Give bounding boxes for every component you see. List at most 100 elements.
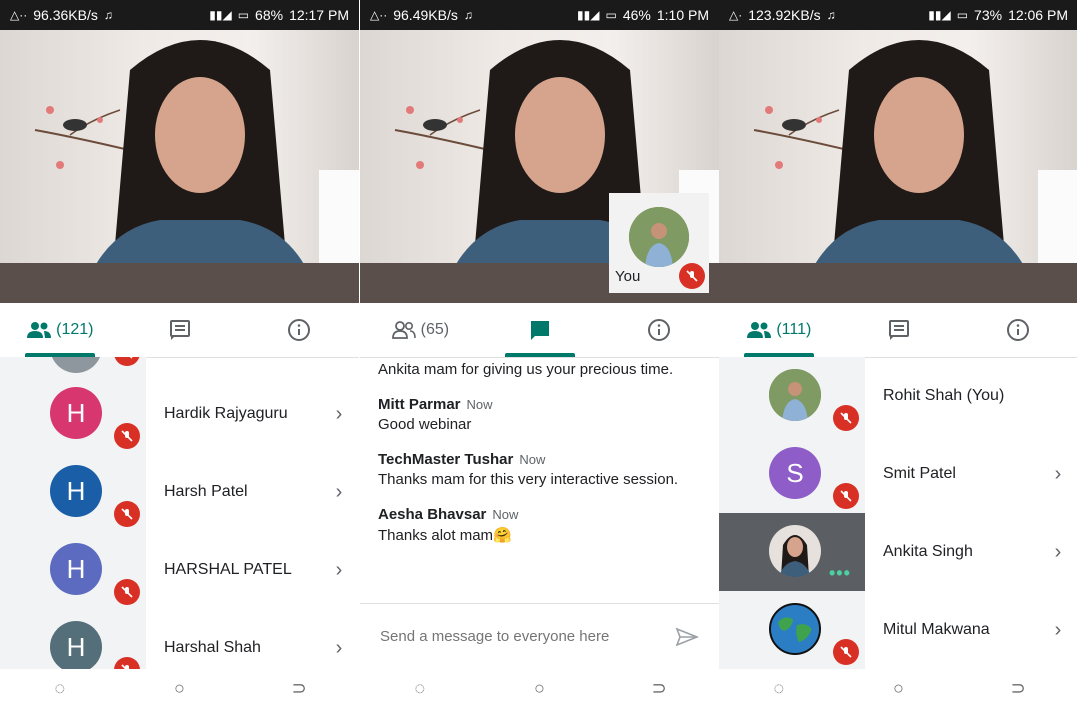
back-icon[interactable]: ⊃ (289, 678, 309, 698)
message-time: Now (466, 397, 493, 412)
home-icon[interactable]: ○ (888, 678, 908, 698)
tab-people[interactable]: (65) (360, 303, 480, 357)
meet-screen-3: △· 123.92KB/s ♫ ▮▮◢ ▭ 73% 12:06 PM (111) Rohi… (719, 0, 1077, 707)
participant-row[interactable]: Mitul Makwana › (719, 591, 1077, 669)
chevron-right-icon[interactable]: › (319, 403, 359, 426)
avatar (769, 603, 821, 655)
mic-off-icon (114, 501, 140, 527)
self-avatar (629, 207, 689, 267)
chat-icon (169, 320, 190, 340)
send-icon[interactable] (673, 623, 701, 651)
tab-people[interactable]: (121) (0, 303, 120, 357)
people-icon (391, 321, 416, 339)
people-icon (27, 322, 52, 338)
battery-icon: ▭ (956, 8, 969, 22)
battery-level: 46% (622, 7, 651, 23)
meeting-tabs: (121) (0, 303, 359, 358)
participant-row[interactable]: H Harsh Patel › (0, 453, 359, 531)
mic-off-icon (114, 657, 140, 669)
participant-row[interactable]: ••• Ankita Singh › (719, 513, 1077, 591)
info-icon (288, 319, 311, 341)
avatar: H (50, 387, 102, 439)
tab-people[interactable]: (111) (719, 303, 839, 357)
home-icon[interactable]: ○ (169, 678, 189, 698)
mic-off-icon (114, 423, 140, 449)
clock: 1:10 PM (656, 7, 709, 23)
home-icon[interactable]: ○ (529, 678, 549, 698)
participant-name: Hardik Rajyaguru (164, 405, 288, 422)
chat-compose (360, 603, 719, 669)
mic-off-icon (833, 483, 859, 509)
chat-message: Mitt Parmar Now Good webinar (378, 396, 701, 433)
message-time: Now (519, 452, 546, 467)
headset-icon: ♫ (103, 8, 113, 22)
participant-row[interactable]: H HARSHAL PATEL › (0, 531, 359, 609)
headset-icon: ♫ (463, 8, 473, 22)
chevron-right-icon[interactable]: › (1038, 541, 1077, 564)
tab-chat[interactable] (839, 303, 959, 357)
alert-icon: △·· (10, 8, 28, 22)
signal-icon: ▮▮◢ (928, 8, 951, 22)
message-text: Thanks alot mam🤗 (378, 527, 512, 544)
participant-row[interactable] (0, 357, 359, 375)
battery-level: 73% (974, 7, 1003, 23)
participant-list[interactable]: Rohit Shah (You) S Smit Patel › ••• Anki… (719, 357, 1077, 669)
chevron-right-icon[interactable]: › (319, 637, 359, 660)
chevron-right-icon[interactable]: › (1038, 463, 1077, 486)
mic-off-icon (833, 639, 859, 665)
participant-name: Harsh Patel (164, 483, 248, 500)
chat-messages[interactable]: Ankita mam for giving us your precious t… (360, 357, 719, 603)
battery-level: 68% (255, 7, 284, 23)
people-count: (65) (420, 321, 450, 338)
tab-chat[interactable] (120, 303, 240, 357)
mic-off-icon (114, 579, 140, 605)
avatar (769, 369, 821, 421)
clock: 12:06 PM (1008, 7, 1068, 23)
status-bar: △·· 96.36KB/s ♫ ▮▮◢ ▭ 68% 12:17 PM (0, 0, 359, 30)
meeting-tabs: (65) (360, 303, 719, 358)
android-nav-bar: ◌ ○ ⊃ (719, 669, 1077, 707)
android-nav-bar: ◌ ○ ⊃ (0, 669, 359, 707)
meeting-tabs: (111) (719, 303, 1077, 358)
back-icon[interactable]: ⊃ (649, 678, 669, 698)
recents-icon[interactable]: ◌ (769, 678, 789, 698)
alert-icon: △·· (370, 8, 388, 22)
self-view[interactable]: You (609, 193, 709, 293)
chevron-right-icon[interactable]: › (319, 559, 359, 582)
main-video[interactable] (719, 30, 1077, 303)
back-icon[interactable]: ⊃ (1008, 678, 1028, 698)
participant-row[interactable]: S Smit Patel › (719, 435, 1077, 513)
tab-info[interactable] (599, 303, 719, 357)
tab-info[interactable] (239, 303, 359, 357)
battery-icon: ▭ (237, 8, 250, 22)
participant-list[interactable]: H Hardik Rajyaguru › H Harsh Patel › H H… (0, 357, 359, 669)
people-count: (111) (776, 321, 812, 338)
network-speed: 96.36KB/s (33, 7, 98, 23)
avatar (769, 525, 821, 577)
message-input[interactable] (378, 627, 673, 646)
status-bar: △·· 96.49KB/s ♫ ▮▮◢ ▭ 46% 1:10 PM (360, 0, 719, 30)
mic-off-icon[interactable] (679, 263, 705, 289)
main-video[interactable] (0, 30, 359, 303)
participant-name: Mitul Makwana (883, 621, 990, 638)
participant-row[interactable]: H Hardik Rajyaguru › (0, 375, 359, 453)
chat-message: Ankita mam for giving us your precious t… (378, 361, 701, 378)
chevron-right-icon[interactable]: › (1038, 619, 1077, 642)
meet-screen-1: △·· 96.36KB/s ♫ ▮▮◢ ▭ 68% 12:17 PM (121) H Ha… (0, 0, 359, 707)
headset-icon: ♫ (826, 8, 836, 22)
participant-row[interactable]: Rohit Shah (You) (719, 357, 1077, 435)
signal-icon: ▮▮◢ (577, 8, 600, 22)
recents-icon[interactable]: ◌ (410, 678, 430, 698)
people-count: (121) (56, 321, 94, 338)
participant-row[interactable]: H Harshal Shah › (0, 609, 359, 669)
chat-message: TechMaster Tushar Now Thanks mam for this… (378, 451, 701, 488)
self-label: You (615, 268, 641, 285)
chevron-right-icon[interactable]: › (319, 481, 359, 504)
participant-name: Harshal Shah (164, 639, 261, 656)
tab-info[interactable] (958, 303, 1077, 357)
tab-chat[interactable] (480, 303, 600, 357)
message-text: Ankita mam for giving us your precious t… (378, 361, 674, 378)
people-icon (747, 322, 772, 338)
recents-icon[interactable]: ◌ (50, 678, 70, 698)
avatar: H (50, 621, 102, 669)
